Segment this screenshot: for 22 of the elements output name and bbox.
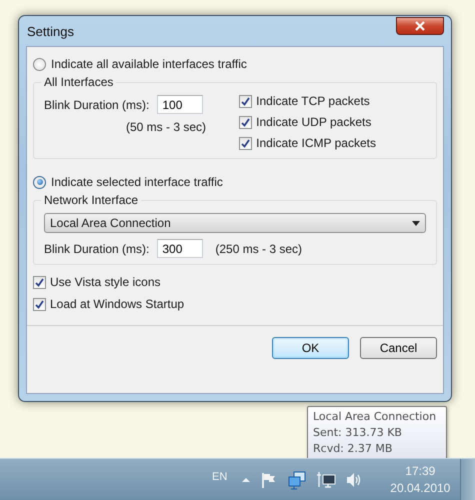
tooltip-line: Local Area Connection bbox=[313, 409, 438, 425]
field-label: Blink Duration (ms): bbox=[44, 98, 150, 112]
tooltip-line: Rcvd: 2.37 MB bbox=[313, 441, 394, 457]
window-title: Settings bbox=[27, 24, 74, 38]
checkbox-label: Use Vista style icons bbox=[50, 275, 160, 289]
radio-label: Indicate all available interfaces traffic bbox=[51, 57, 247, 71]
group-title: Network Interface bbox=[43, 193, 140, 207]
tooltip-line: Sent: 313.73 KB bbox=[313, 425, 403, 441]
checkbox-label: Load at Windows Startup bbox=[50, 297, 184, 311]
range-hint: (250 ms - 3 sec) bbox=[215, 242, 302, 256]
cancel-button[interactable]: Cancel bbox=[360, 337, 437, 359]
group-title: All Interfaces bbox=[43, 75, 114, 89]
range-hint: (50 ms - 3 sec) bbox=[126, 120, 206, 134]
ok-button[interactable]: OK bbox=[272, 337, 349, 359]
checkbox-label: Indicate ICMP packets bbox=[256, 136, 376, 150]
interface-dropdown[interactable]: Local Area Connection bbox=[44, 213, 426, 233]
radio-label: Indicate selected interface traffic bbox=[51, 175, 223, 189]
input-field[interactable]: 100 bbox=[157, 95, 204, 114]
checkbox-label: Indicate UDP packets bbox=[256, 115, 372, 129]
input-field[interactable]: 300 bbox=[157, 239, 204, 258]
field-label: Blink Duration (ms): bbox=[44, 242, 150, 256]
checkbox-label: Indicate TCP packets bbox=[256, 94, 370, 108]
